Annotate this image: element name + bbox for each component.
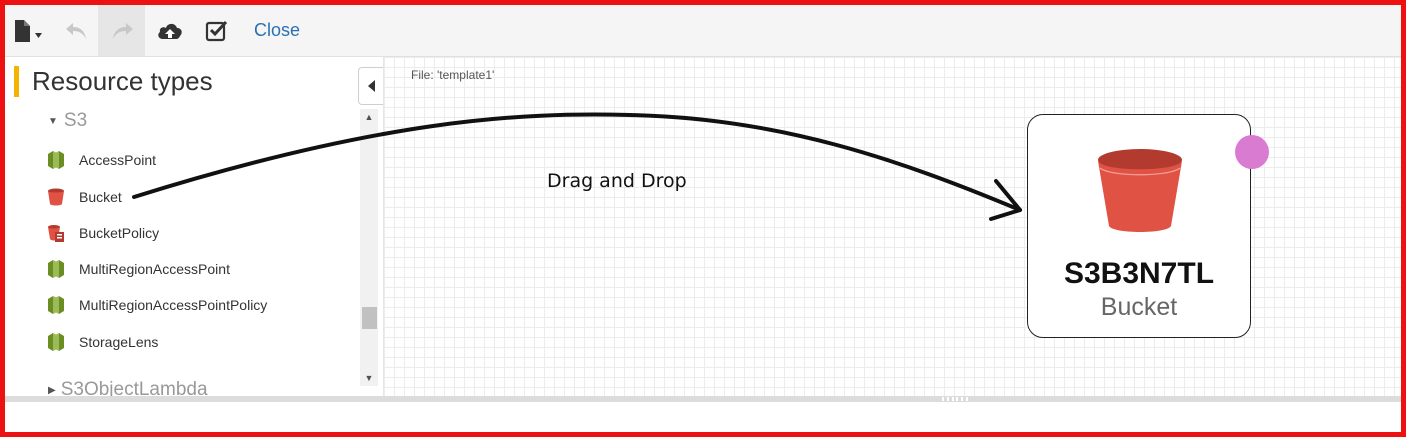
s3-accesspoint-icon <box>48 333 64 351</box>
bottom-panel <box>5 402 1401 432</box>
resource-sidebar: Resource types ▼ S3 AccessPoint Bucket B… <box>5 57 384 396</box>
group-label: S3 <box>63 110 88 131</box>
bucket-icon <box>1098 149 1182 232</box>
group-label: S3ObjectLambda <box>60 379 208 396</box>
resource-item-bucketpolicy[interactable]: BucketPolicy <box>47 221 159 245</box>
scrollbar-thumb[interactable] <box>362 307 377 329</box>
design-canvas[interactable]: File: 'template1' Drag and Drop S3B3N7TL… <box>384 57 1401 396</box>
close-button[interactable]: Close <box>247 5 307 56</box>
group-s3objectlambda[interactable]: ▶ S3ObjectLambda <box>48 379 208 396</box>
s3-accesspoint-icon <box>48 151 64 169</box>
scroll-down-icon[interactable]: ▼ <box>360 370 378 386</box>
node-type-label: Bucket <box>1100 293 1178 321</box>
checkbox-icon <box>205 20 228 41</box>
bucket-icon <box>48 188 64 206</box>
item-label: AccessPoint <box>79 152 157 168</box>
resource-item-multiregionaccesspoint[interactable]: MultiRegionAccessPoint <box>47 257 230 281</box>
item-label: StorageLens <box>79 334 159 350</box>
group-s3[interactable]: ▼ S3 <box>48 110 87 132</box>
toolbar: Close <box>5 5 1401 57</box>
title-accent-bar <box>14 66 19 97</box>
item-label: Bucket <box>79 189 122 205</box>
sidebar-scrollbar[interactable]: ▲ ▼ <box>360 109 378 386</box>
item-label: MultiRegionAccessPoint <box>79 261 230 277</box>
caret-right-icon: ▶ <box>48 384 56 396</box>
redo-button[interactable] <box>98 5 145 56</box>
undo-button[interactable] <box>55 5 99 56</box>
undo-icon <box>66 22 86 39</box>
validate-button[interactable] <box>195 5 239 56</box>
resource-item-accesspoint[interactable]: AccessPoint <box>47 148 156 172</box>
bucket-policy-icon <box>48 225 64 242</box>
new-file-button[interactable] <box>5 5 49 56</box>
item-label: BucketPolicy <box>79 225 160 241</box>
s3-accesspoint-icon <box>48 260 64 278</box>
collapse-sidebar-button[interactable] <box>358 67 383 105</box>
resource-item-storagelens[interactable]: StorageLens <box>47 330 158 354</box>
node-logical-id: S3B3N7TL <box>1063 257 1215 290</box>
cloud-upload-icon <box>158 23 182 39</box>
scroll-up-icon[interactable]: ▲ <box>360 109 378 125</box>
resource-item-multiregionaccesspointpolicy[interactable]: MultiRegionAccessPointPolicy <box>47 293 267 317</box>
file-icon <box>15 19 42 42</box>
chevron-left-icon <box>367 80 375 92</box>
node-connection-port[interactable] <box>1235 135 1269 169</box>
upload-button[interactable] <box>148 5 192 56</box>
file-label: File: 'template1' <box>411 68 495 82</box>
resource-node-bucket[interactable]: S3B3N7TL Bucket <box>1027 114 1251 338</box>
s3-accesspoint-icon <box>48 296 64 314</box>
item-label: MultiRegionAccessPointPolicy <box>79 297 268 313</box>
caret-down-icon: ▼ <box>48 115 58 127</box>
sidebar-title: Resource types <box>32 66 213 96</box>
resource-item-bucket[interactable]: Bucket <box>47 185 122 209</box>
drag-drop-annotation: Drag and Drop <box>547 170 687 192</box>
redo-icon <box>112 22 133 39</box>
